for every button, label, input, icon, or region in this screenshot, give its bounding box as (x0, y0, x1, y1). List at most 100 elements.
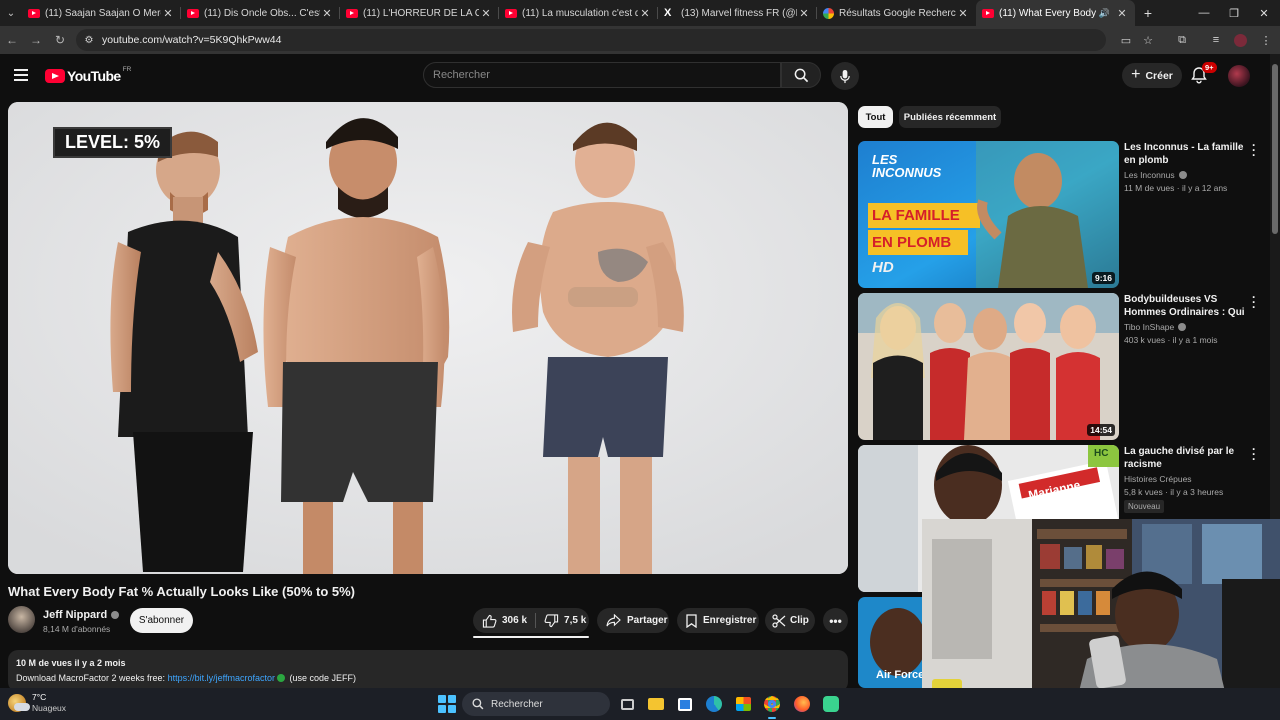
browser-tab[interactable]: Résultats Google Recherche d'✕ (817, 0, 976, 26)
recommended-video[interactable]: 14:54 Bodybuildeuses VS Hommes Ordinaire… (858, 291, 1258, 441)
create-button[interactable]: + Créer (1122, 63, 1182, 88)
bookmark-star-icon[interactable]: ☆ (1140, 32, 1156, 48)
close-icon[interactable]: ✕ (1115, 7, 1129, 20)
profile-icon[interactable] (1232, 32, 1248, 48)
search-button[interactable] (781, 62, 821, 88)
close-icon[interactable]: ✕ (956, 7, 970, 20)
close-icon[interactable]: ✕ (797, 7, 811, 20)
close-icon[interactable]: ✕ (638, 7, 652, 20)
clip-label: Clip (790, 615, 809, 626)
firefox-icon[interactable] (792, 694, 812, 714)
notifications-button[interactable]: 9+ (1190, 62, 1217, 86)
channel-avatar[interactable] (8, 606, 35, 633)
window-close-icon[interactable]: ✕ (1248, 0, 1280, 26)
store-icon[interactable] (675, 694, 695, 714)
cast-icon[interactable]: ▭ (1118, 32, 1134, 48)
save-button[interactable]: Enregistrer (677, 608, 759, 633)
taskbar-search-label: Rechercher (491, 698, 543, 710)
windows-taskbar: 7°C Nuageux Rechercher (0, 688, 1280, 720)
video-thumbnail[interactable]: 14:54 (858, 293, 1119, 440)
voice-search-button[interactable] (831, 62, 859, 90)
extensions-icon[interactable]: ⧉ (1174, 32, 1190, 48)
scrollbar-thumb[interactable] (1272, 64, 1278, 234)
youtube-logo[interactable]: YouTube FR (45, 66, 131, 86)
dislike-button[interactable] (544, 613, 559, 628)
back-icon[interactable]: ← (2, 30, 22, 50)
more-vert-icon[interactable]: · · · (1250, 443, 1258, 465)
file-explorer-icon[interactable] (646, 694, 666, 714)
tab-search-icon[interactable]: ⌄ (0, 0, 22, 26)
forward-icon[interactable]: → (26, 30, 46, 50)
windows-start-icon[interactable] (438, 695, 456, 713)
recommended-title[interactable]: Les Inconnus - La famille en plomb (1124, 141, 1246, 167)
browser-tab[interactable]: (11) L'HORREUR DE LA CHIRUR✕ (340, 0, 499, 26)
subscribe-button[interactable]: S'abonner (130, 608, 193, 633)
search-input[interactable]: Rechercher (423, 62, 781, 88)
browser-tab-active[interactable]: (11) What Every Body Fat %🔊 ✕ (976, 0, 1135, 26)
weather-widget[interactable]: 7°C Nuageux (8, 692, 66, 714)
tab-title: (11) Dis Oncle Obs... C'est quoi (204, 7, 320, 19)
like-button[interactable] (482, 614, 497, 628)
app-icon[interactable] (821, 694, 841, 714)
channel-name[interactable]: Jeff Nippard (43, 609, 120, 621)
site-info-icon[interactable]: ⚙ (76, 35, 102, 46)
close-icon[interactable]: ✕ (161, 7, 175, 20)
taskbar-search[interactable]: Rechercher (462, 692, 610, 716)
tab-title: (11) L'HORREUR DE LA CHIRUR (363, 7, 479, 19)
edge-icon[interactable] (704, 694, 724, 714)
subscriber-count: 8,14 M d'abonnés (43, 624, 111, 634)
recommended-video[interactable]: LES INCONNUS LA FAMILLE EN PLOMB HD 9:16… (858, 139, 1258, 289)
verified-icon (1178, 323, 1187, 331)
browser-toolbar: ← → ↻ ⚙ youtube.com/watch?v=5K9QhkPww44 … (0, 26, 1280, 54)
thumbnail-hd-label: HD (872, 259, 894, 276)
close-icon[interactable]: ✕ (320, 7, 334, 20)
minimize-icon[interactable]: — (1188, 0, 1220, 26)
chip-recently-uploaded[interactable]: Publiées récemment (899, 106, 1001, 128)
save-label: Enregistrer (703, 615, 757, 626)
new-tab-button[interactable]: + (1135, 5, 1161, 21)
task-view-icon[interactable] (617, 694, 637, 714)
description-link[interactable]: https://bit.ly/jeffmacrofactor (168, 673, 275, 683)
search-icon (794, 68, 808, 82)
video-thumbnail[interactable]: LES INCONNUS LA FAMILLE EN PLOMB HD 9:16 (858, 141, 1119, 288)
recommended-channel[interactable]: Les Inconnus (1124, 170, 1187, 180)
browser-tab[interactable]: (11) Dis Oncle Obs... C'est quoi✕ (181, 0, 340, 26)
chrome-icon[interactable] (762, 694, 782, 719)
browser-tab[interactable]: X (13) Marvel fitness FR (@Marve✕ (658, 0, 817, 26)
speaker-icon[interactable]: 🔊 (1099, 8, 1110, 19)
address-bar[interactable]: ⚙ youtube.com/watch?v=5K9QhkPww44 (76, 29, 1106, 51)
close-icon[interactable]: ✕ (479, 7, 493, 20)
thumbnail-caption: EN PLOMB (872, 234, 952, 251)
dislike-count: 7,5 k (564, 615, 587, 626)
more-actions-button[interactable]: ••• (823, 608, 848, 633)
youtube-play-icon (45, 69, 65, 83)
clip-button[interactable]: Clip (765, 608, 815, 633)
tab-title: Résultats Google Recherche d' (839, 7, 956, 19)
thumbnail-logo-text: LES INCONNUS (872, 152, 942, 180)
recommended-title[interactable]: La gauche divisé par le racisme (1124, 445, 1246, 471)
video-player[interactable]: LEVEL: 5% (8, 102, 848, 574)
recommended-meta: 403 k vues · il y a 1 mois (1124, 335, 1218, 345)
browser-tab[interactable]: (11) Saajan Saajan O Mere Sajan✕ (22, 0, 181, 26)
restore-icon[interactable]: ❐ (1218, 0, 1250, 26)
thumbnail-caption: HC (1094, 448, 1109, 459)
bookmark-icon (686, 613, 697, 628)
recommended-title[interactable]: Bodybuildeuses VS Hommes Ordinaires : Qu… (1124, 293, 1246, 319)
recommended-channel[interactable]: Histoires Crépues (1124, 474, 1192, 484)
share-button[interactable]: Partager (597, 608, 669, 633)
share-label: Partager (627, 615, 668, 626)
chip-all[interactable]: Tout (858, 106, 893, 128)
media-control-icon[interactable]: ≡ (1208, 32, 1224, 48)
recommended-channel[interactable]: Tibo InShape (1124, 322, 1187, 332)
more-vert-icon[interactable]: · · · (1250, 291, 1258, 313)
account-avatar[interactable] (1228, 65, 1250, 87)
weather-temperature: 7°C (32, 692, 47, 702)
browser-tab[interactable]: (11) La musculation c'est de dr✕ (499, 0, 658, 26)
reload-icon[interactable]: ↻ (50, 30, 70, 50)
store-bag-icon[interactable] (733, 694, 753, 714)
description-box[interactable]: 10 M de vues il y a 2 mois Download Macr… (8, 650, 848, 692)
menu-icon[interactable] (14, 69, 28, 81)
check-circle-icon (276, 674, 285, 682)
more-vert-icon[interactable]: · · · (1250, 139, 1258, 161)
browser-menu-icon[interactable]: ⋮ (1258, 32, 1274, 48)
